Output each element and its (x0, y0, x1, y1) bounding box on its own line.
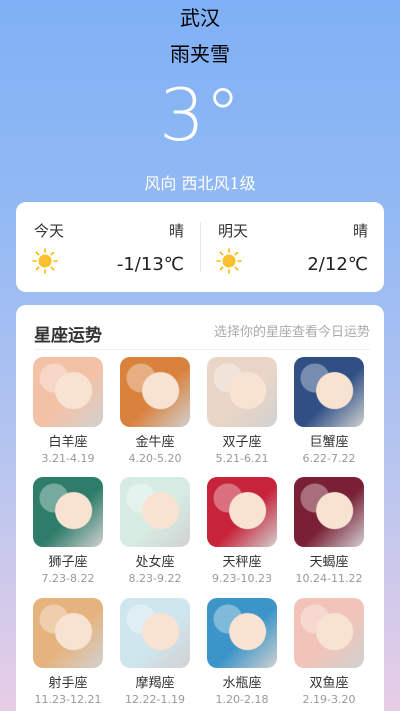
forecast-weather: 晴 (168, 222, 184, 240)
zodiac-dates: 4.20-5.20 (128, 452, 182, 465)
forecast-day-label: 明天 (218, 222, 249, 240)
forecast-day-label: 今天 (34, 222, 65, 240)
zodiac-card: 星座运势 选择你的星座查看今日运势 白羊座 3.21-4.19 金牛座 4.20-5.… (16, 305, 384, 711)
zodiac-name: 狮子座 (48, 555, 88, 570)
zodiac-illustration (120, 357, 190, 427)
zodiac-illustration (294, 477, 364, 547)
zodiac-item[interactable]: 狮子座 7.23-8.22 (32, 477, 104, 585)
zodiac-illustration (294, 357, 364, 427)
forecast-weather: 晴 (352, 222, 368, 240)
zodiac-illustration (33, 477, 103, 547)
zodiac-item[interactable]: 天蝎座 10.24-11.22 (293, 477, 365, 585)
city-name[interactable]: 武汉 (0, 2, 400, 31)
zodiac-illustration (207, 357, 277, 427)
forecast-tomorrow[interactable]: 明天 晴 2/12℃ (200, 202, 384, 292)
zodiac-name: 处女座 (135, 555, 175, 570)
zodiac-item[interactable]: 处女座 8.23-9.22 (119, 477, 191, 585)
forecast-card: 今天 晴 -1/13℃ 明天 晴 2/12℃ (16, 202, 384, 292)
zodiac-illustration (33, 357, 103, 427)
zodiac-dates: 11.23-12.21 (34, 693, 102, 706)
zodiac-hint: 选择你的星座查看今日运势 (213, 325, 370, 340)
zodiac-dates: 3.21-4.19 (41, 452, 95, 465)
current-temperature: 3° (159, 73, 241, 157)
zodiac-illustration (33, 598, 103, 668)
zodiac-dates: 9.23-10.23 (212, 572, 272, 585)
zodiac-dates: 8.23-9.22 (128, 572, 182, 585)
wind-info: 风向 西北风1级 (144, 174, 256, 193)
zodiac-dates: 2.19-3.20 (302, 693, 356, 706)
zodiac-name: 金牛座 (135, 435, 175, 450)
zodiac-dates: 10.24-11.22 (295, 572, 363, 585)
zodiac-item[interactable]: 白羊座 3.21-4.19 (32, 357, 104, 465)
sun-icon (216, 248, 242, 274)
zodiac-dates: 12.22-1.19 (125, 693, 185, 706)
zodiac-illustration (207, 598, 277, 668)
zodiac-item[interactable]: 巨蟹座 6.22-7.22 (293, 357, 365, 465)
zodiac-item[interactable]: 金牛座 4.20-5.20 (119, 357, 191, 465)
zodiac-name: 双鱼座 (309, 676, 349, 691)
zodiac-dates: 7.23-8.22 (41, 572, 95, 585)
zodiac-name: 双子座 (222, 435, 262, 450)
zodiac-item[interactable]: 双子座 5.21-6.21 (206, 357, 278, 465)
zodiac-name: 巨蟹座 (309, 435, 349, 450)
zodiac-dates: 5.21-6.21 (215, 452, 269, 465)
zodiac-name: 天蝎座 (309, 555, 349, 570)
forecast-temp: -1/13℃ (116, 254, 184, 275)
zodiac-item[interactable]: 射手座 11.23-12.21 (32, 598, 104, 706)
zodiac-divider (34, 349, 370, 350)
zodiac-name: 天秤座 (222, 555, 262, 570)
zodiac-name: 水瓶座 (222, 676, 262, 691)
zodiac-name: 摩羯座 (135, 676, 175, 691)
forecast-today[interactable]: 今天 晴 -1/13℃ (16, 202, 200, 292)
zodiac-name: 射手座 (48, 676, 88, 691)
zodiac-item[interactable]: 摩羯座 12.22-1.19 (119, 598, 191, 706)
sun-icon (32, 248, 58, 274)
zodiac-illustration (207, 477, 277, 547)
zodiac-dates: 1.20-2.18 (215, 693, 269, 706)
zodiac-dates: 6.22-7.22 (302, 452, 356, 465)
zodiac-illustration (120, 598, 190, 668)
zodiac-illustration (120, 477, 190, 547)
zodiac-item[interactable]: 双鱼座 2.19-3.20 (293, 598, 365, 706)
zodiac-item[interactable]: 天秤座 9.23-10.23 (206, 477, 278, 585)
zodiac-item[interactable]: 水瓶座 1.20-2.18 (206, 598, 278, 706)
forecast-temp: 2/12℃ (307, 254, 368, 275)
zodiac-name: 白羊座 (48, 435, 88, 450)
weather-condition: 雨夹雪 (170, 42, 230, 66)
zodiac-illustration (294, 598, 364, 668)
zodiac-title: 星座运势 (34, 326, 102, 346)
